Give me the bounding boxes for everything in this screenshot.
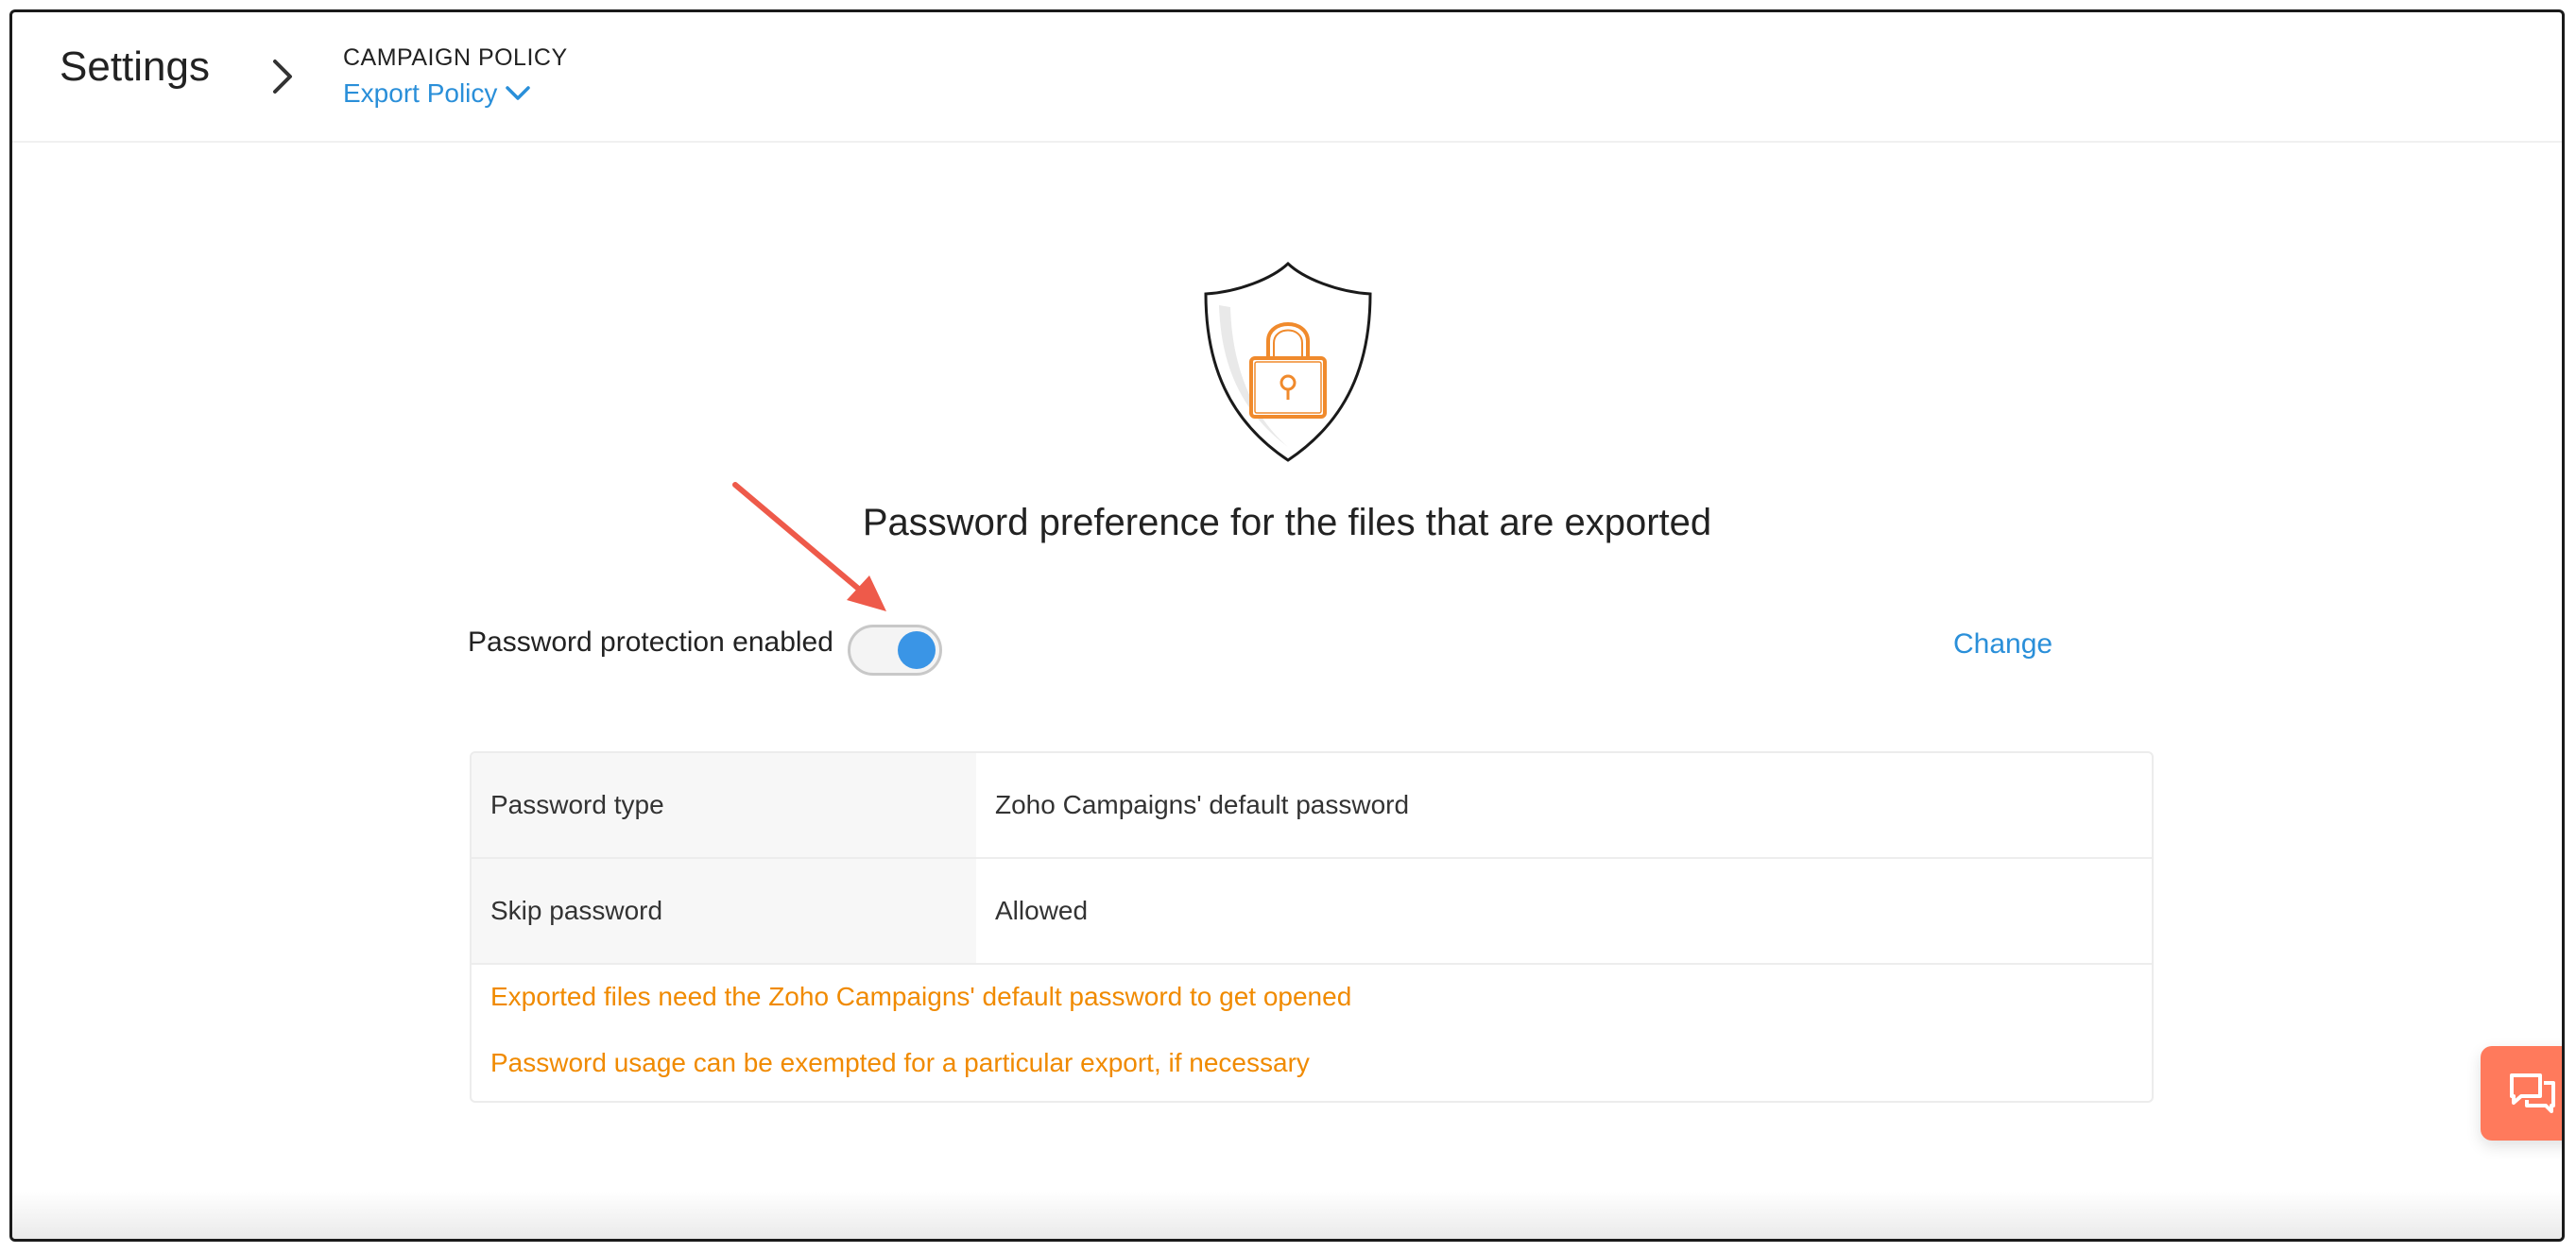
password-type-key: Password type	[472, 753, 976, 857]
skip-password-value: Allowed	[995, 896, 1089, 925]
shield-lock-icon	[1204, 261, 1372, 462]
settings-title[interactable]: Settings	[60, 43, 210, 93]
skip-password-key: Skip password	[472, 859, 976, 963]
password-type-value: Zoho Campaigns' default password	[995, 790, 1410, 819]
chat-button[interactable]	[2481, 1046, 2562, 1141]
password-settings-table: Password type Zoho Campaigns' default pa…	[470, 751, 2154, 1103]
app-window: Settings CAMPAIGN POLICY Export Policy P…	[9, 9, 2565, 1242]
breadcrumb-current-label: Export Policy	[343, 78, 498, 108]
chat-icon	[2510, 1073, 2555, 1113]
password-protection-label: Password protection enabled	[468, 626, 833, 658]
note-password-exempt: Password usage can be exempted for a par…	[490, 1048, 1310, 1077]
export-policy-dropdown[interactable]: Export Policy	[343, 78, 531, 109]
chevron-down-icon	[506, 86, 531, 100]
annotation-arrow-icon	[732, 482, 886, 611]
bottom-fade	[12, 1192, 2562, 1239]
table-row: Password type Zoho Campaigns' default pa…	[472, 753, 2152, 859]
toggle-knob	[898, 631, 936, 669]
table-row: Skip password Allowed	[472, 859, 2152, 965]
page-header: Settings CAMPAIGN POLICY Export Policy	[12, 12, 2562, 143]
password-protection-toggle[interactable]	[848, 625, 942, 676]
change-link[interactable]: Change	[1953, 628, 2052, 661]
page-heading: Password preference for the files that a…	[862, 502, 1712, 543]
chevron-right-icon	[273, 60, 292, 94]
note-default-password: Exported files need the Zoho Campaigns' …	[490, 982, 1352, 1011]
breadcrumb-section: CAMPAIGN POLICY	[343, 44, 568, 71]
